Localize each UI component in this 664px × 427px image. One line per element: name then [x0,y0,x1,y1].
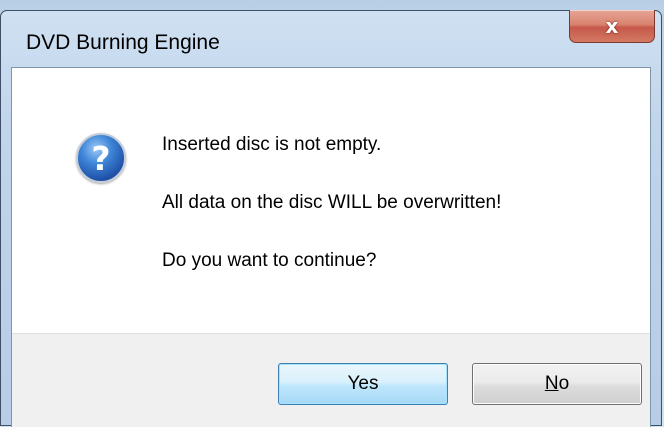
no-button[interactable]: No [472,363,642,405]
window-title: DVD Burning Engine [26,31,220,54]
dialog-client-area: ? Inserted disc is not empty. All data o… [11,67,651,427]
close-icon: x [605,14,619,38]
no-button-label-rest: o [558,373,570,394]
yes-button[interactable]: Yes [278,363,448,405]
message-line-2: All data on the disc WILL be overwritten… [162,192,502,213]
no-button-mnemonic: N [544,373,559,394]
close-button[interactable]: x [569,10,655,43]
dialog-window: DVD Burning Engine x ? Inserted disc is … [0,10,662,427]
no-button-label: No [545,373,569,395]
message-line-3: Do you want to continue? [162,250,377,271]
message-area: ? Inserted disc is not empty. All data o… [12,68,650,333]
question-icon: ? [76,133,126,183]
yes-button-label: Yes [347,373,379,394]
title-bar[interactable]: DVD Burning Engine x [1,10,661,67]
button-bar: Yes No [12,333,650,427]
message-line-1: Inserted disc is not empty. [162,134,382,155]
